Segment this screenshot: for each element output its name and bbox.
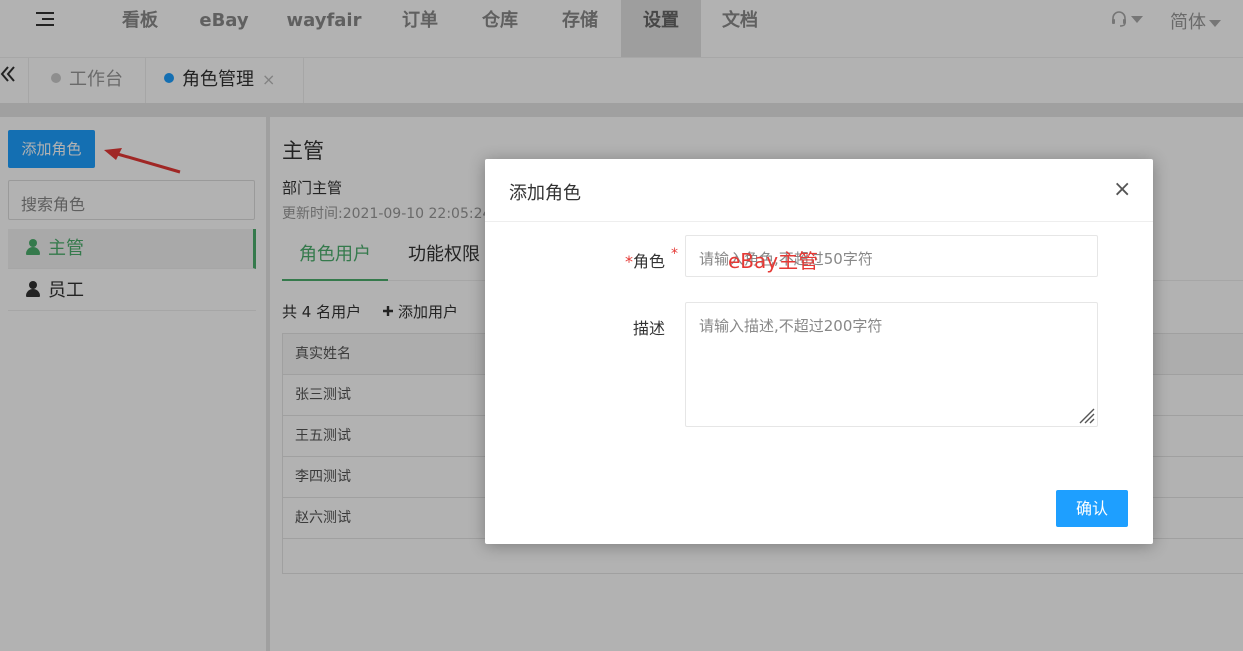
desc-field-label: 描述 xyxy=(633,319,666,338)
description-placeholder: 请输入描述,不超过200字符 xyxy=(699,317,883,335)
confirm-button[interactable]: 确认 xyxy=(1056,490,1128,527)
dialog-header xyxy=(485,159,1153,222)
close-icon[interactable]: × xyxy=(1113,179,1131,201)
dialog-title: 添加角色 xyxy=(509,183,581,204)
required-mark: * xyxy=(671,246,678,262)
description-textarea[interactable]: 请输入描述,不超过200字符 xyxy=(685,302,1098,427)
resize-handle-icon[interactable] xyxy=(1077,406,1095,424)
add-role-dialog: 添加角色 × *角色 * 请输入角色,不超过50字符 eBay主管 描述 请输入… xyxy=(485,159,1153,544)
role-field-label: *角色 xyxy=(625,252,666,271)
annotation-typed-text: eBay主管 xyxy=(728,249,819,273)
required-mark: * xyxy=(625,252,633,271)
